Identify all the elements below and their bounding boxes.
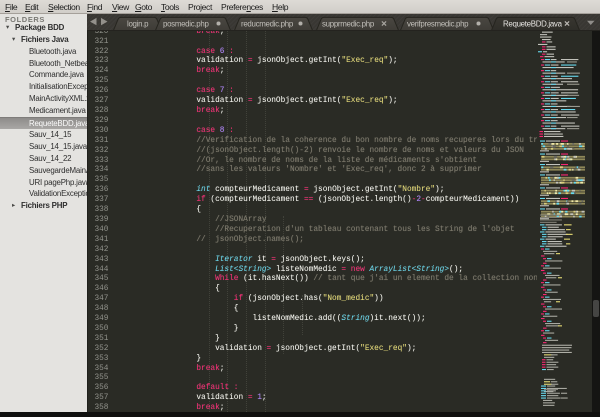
svg-text:RequeteBDD.java: RequeteBDD.java: [503, 20, 563, 29]
svg-text:verifpresmedic.php: verifpresmedic.php: [407, 20, 469, 29]
svg-text:posmedic.php: posmedic.php: [163, 20, 209, 29]
svg-text:login.p: login.p: [127, 20, 149, 29]
svg-text:supprmedic.php: supprmedic.php: [322, 20, 375, 29]
svg-text:reducmedic.php: reducmedic.php: [241, 20, 294, 29]
